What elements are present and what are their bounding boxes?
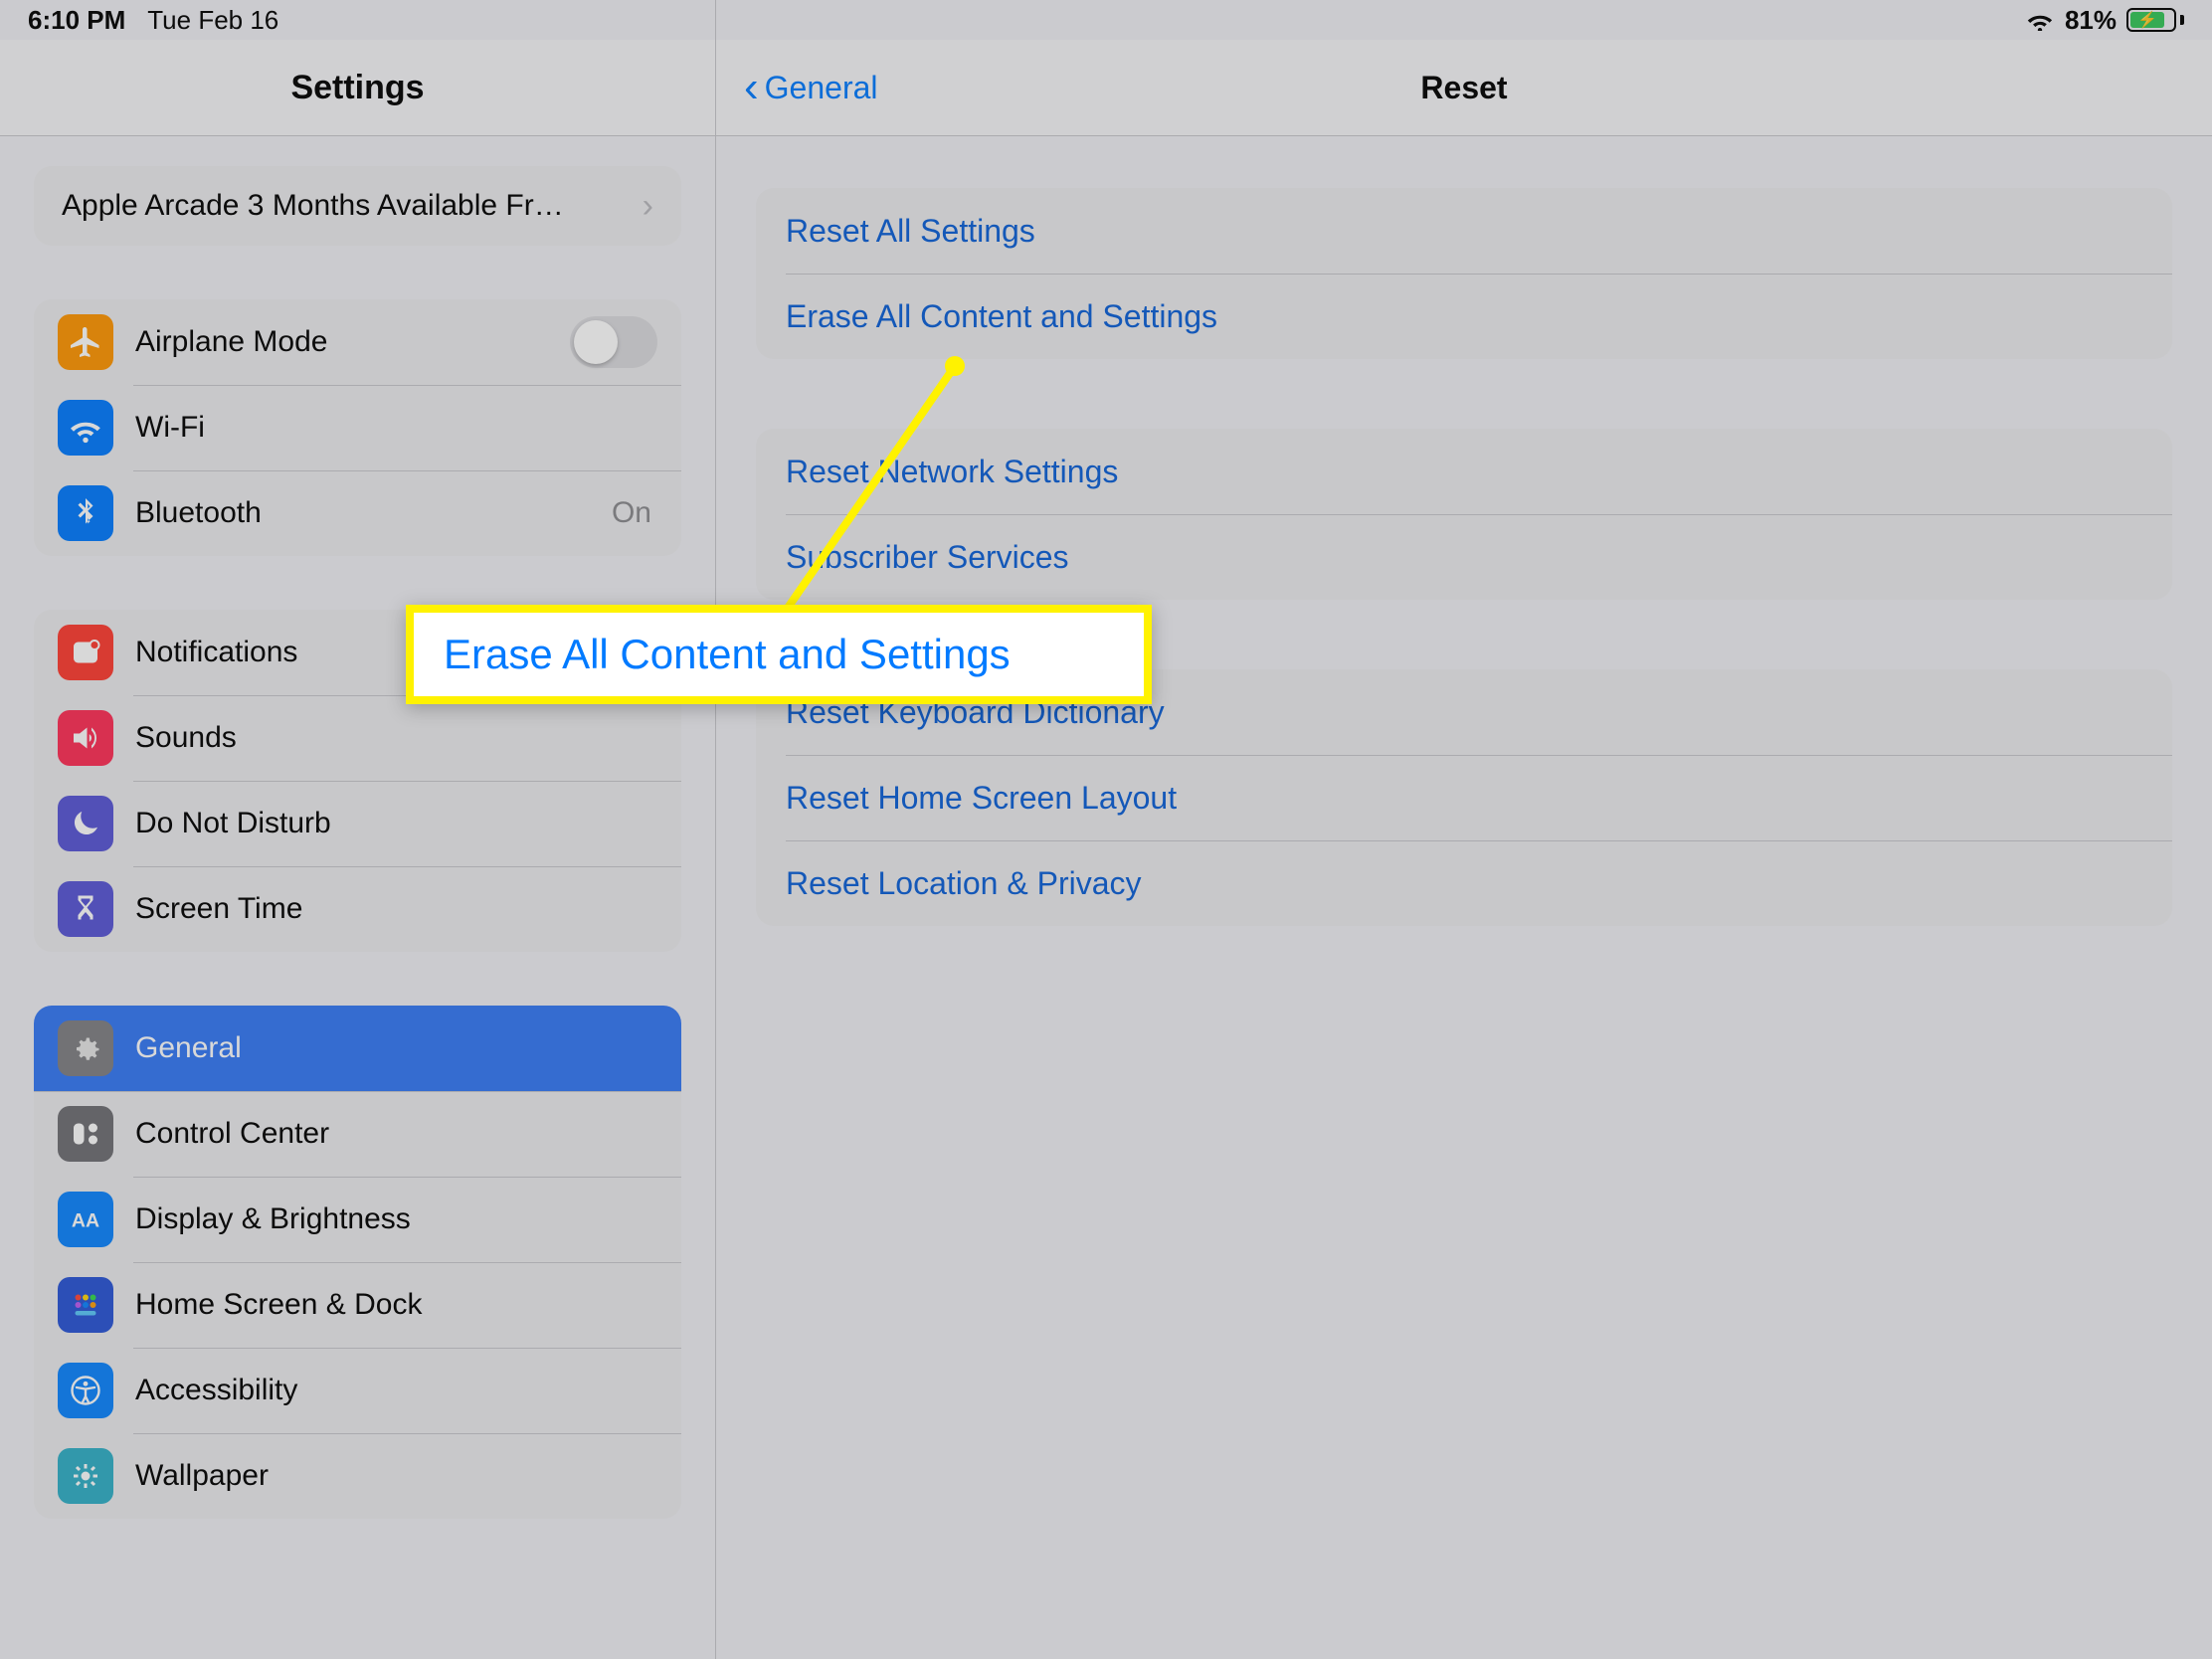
promo-apple-arcade[interactable]: Apple Arcade 3 Months Available Fr… › — [34, 166, 681, 246]
wallpaper-icon — [58, 1448, 113, 1504]
detail-header: ‹ General Reset — [716, 40, 2212, 136]
row-airplane-mode[interactable]: Airplane Mode — [34, 299, 681, 385]
notifications-icon — [58, 625, 113, 680]
wifi-label: Wi-Fi — [135, 411, 657, 445]
sidebar-content: Apple Arcade 3 Months Available Fr… › Ai… — [0, 136, 715, 1659]
row-bluetooth[interactable]: Bluetooth On — [34, 470, 681, 556]
reset-location-label: Reset Location & Privacy — [786, 865, 1142, 902]
bluetooth-value: On — [612, 496, 651, 530]
group-attention: Notifications Sounds Do Not Disturb — [34, 610, 681, 952]
reset-keyboard-dictionary[interactable]: Reset Keyboard Dictionary — [756, 669, 2172, 755]
sidebar-header: Settings — [0, 40, 715, 136]
row-home-screen-dock[interactable]: Home Screen & Dock — [34, 1262, 681, 1348]
wallpaper-label: Wallpaper — [135, 1459, 657, 1493]
status-left: 6:10 PM Tue Feb 16 — [28, 5, 278, 36]
hourglass-icon — [58, 881, 113, 937]
row-accessibility[interactable]: Accessibility — [34, 1348, 681, 1433]
reset-home-label: Reset Home Screen Layout — [786, 780, 1177, 817]
detail-pane: ‹ General Reset Reset All Settings Erase… — [716, 0, 2212, 1659]
display-label: Display & Brightness — [135, 1202, 657, 1236]
status-wifi-icon — [2025, 9, 2055, 31]
home-screen-label: Home Screen & Dock — [135, 1288, 657, 1322]
reset-group-2: Reset Network Settings Subscriber Servic… — [756, 429, 2172, 600]
reset-home-screen-layout[interactable]: Reset Home Screen Layout — [756, 755, 2172, 840]
promo-label: Apple Arcade 3 Months Available Fr… — [62, 189, 564, 223]
moon-icon — [58, 796, 113, 851]
airplane-toggle[interactable] — [570, 316, 657, 368]
display-icon: AA — [58, 1192, 113, 1247]
row-do-not-disturb[interactable]: Do Not Disturb — [34, 781, 681, 866]
sidebar-title: Settings — [290, 69, 424, 107]
row-control-center[interactable]: Control Center — [34, 1091, 681, 1177]
control-center-icon — [58, 1106, 113, 1162]
airplane-label: Airplane Mode — [135, 325, 570, 359]
subscriber-services[interactable]: Subscriber Services — [756, 514, 2172, 600]
chevron-left-icon: ‹ — [744, 66, 759, 109]
bluetooth-icon — [58, 485, 113, 541]
row-general[interactable]: General — [34, 1006, 681, 1091]
wifi-icon — [58, 400, 113, 456]
status-right: 81% ⚡ — [2025, 5, 2184, 36]
status-battery-percent: 81% — [2065, 5, 2117, 36]
airplane-icon — [58, 314, 113, 370]
sounds-icon — [58, 710, 113, 766]
reset-location-privacy[interactable]: Reset Location & Privacy — [756, 840, 2172, 926]
row-display-brightness[interactable]: AA Display & Brightness — [34, 1177, 681, 1262]
chevron-right-icon: › — [643, 187, 653, 226]
status-time: 6:10 PM — [28, 5, 125, 36]
group-system: General Control Center AA Display & Brig… — [34, 1006, 681, 1519]
back-button[interactable]: ‹ General — [744, 40, 878, 135]
detail-title: Reset — [1420, 70, 1507, 106]
dnd-label: Do Not Disturb — [135, 807, 657, 840]
accessibility-icon — [58, 1363, 113, 1418]
row-screen-time[interactable]: Screen Time — [34, 866, 681, 952]
detail-content: Reset All Settings Erase All Content and… — [716, 136, 2212, 1047]
screen-time-label: Screen Time — [135, 892, 657, 926]
erase-all-content[interactable]: Erase All Content and Settings — [756, 274, 2172, 359]
reset-network-settings[interactable]: Reset Network Settings — [756, 429, 2172, 514]
reset-group-1: Reset All Settings Erase All Content and… — [756, 188, 2172, 359]
settings-split-view: Settings Apple Arcade 3 Months Available… — [0, 0, 2212, 1659]
control-center-label: Control Center — [135, 1117, 657, 1151]
accessibility-label: Accessibility — [135, 1374, 657, 1407]
general-label: General — [135, 1031, 657, 1065]
sounds-label: Sounds — [135, 721, 657, 755]
row-wifi[interactable]: Wi-Fi — [34, 385, 681, 470]
erase-all-content-label: Erase All Content and Settings — [786, 298, 1217, 335]
gear-icon — [58, 1020, 113, 1076]
reset-network-label: Reset Network Settings — [786, 454, 1118, 490]
bluetooth-label: Bluetooth — [135, 496, 612, 530]
reset-group-3: Reset Keyboard Dictionary Reset Home Scr… — [756, 669, 2172, 926]
row-sounds[interactable]: Sounds — [34, 695, 681, 781]
row-notifications[interactable]: Notifications — [34, 610, 681, 695]
home-screen-icon — [58, 1277, 113, 1333]
row-wallpaper[interactable]: Wallpaper — [34, 1433, 681, 1519]
back-label: General — [765, 70, 878, 106]
status-battery-icon: ⚡ — [2126, 8, 2184, 32]
status-bar: 6:10 PM Tue Feb 16 81% ⚡ — [0, 0, 2212, 40]
charging-bolt-icon: ⚡ — [2137, 10, 2157, 30]
settings-sidebar: Settings Apple Arcade 3 Months Available… — [0, 0, 716, 1659]
reset-all-settings[interactable]: Reset All Settings — [756, 188, 2172, 274]
svg-text:AA: AA — [72, 1210, 99, 1232]
status-date: Tue Feb 16 — [147, 5, 278, 36]
notifications-label: Notifications — [135, 636, 657, 669]
group-connectivity: Airplane Mode Wi-Fi Bluetooth On — [34, 299, 681, 556]
subscriber-services-label: Subscriber Services — [786, 539, 1069, 576]
reset-all-settings-label: Reset All Settings — [786, 213, 1035, 250]
reset-keyboard-label: Reset Keyboard Dictionary — [786, 694, 1165, 731]
